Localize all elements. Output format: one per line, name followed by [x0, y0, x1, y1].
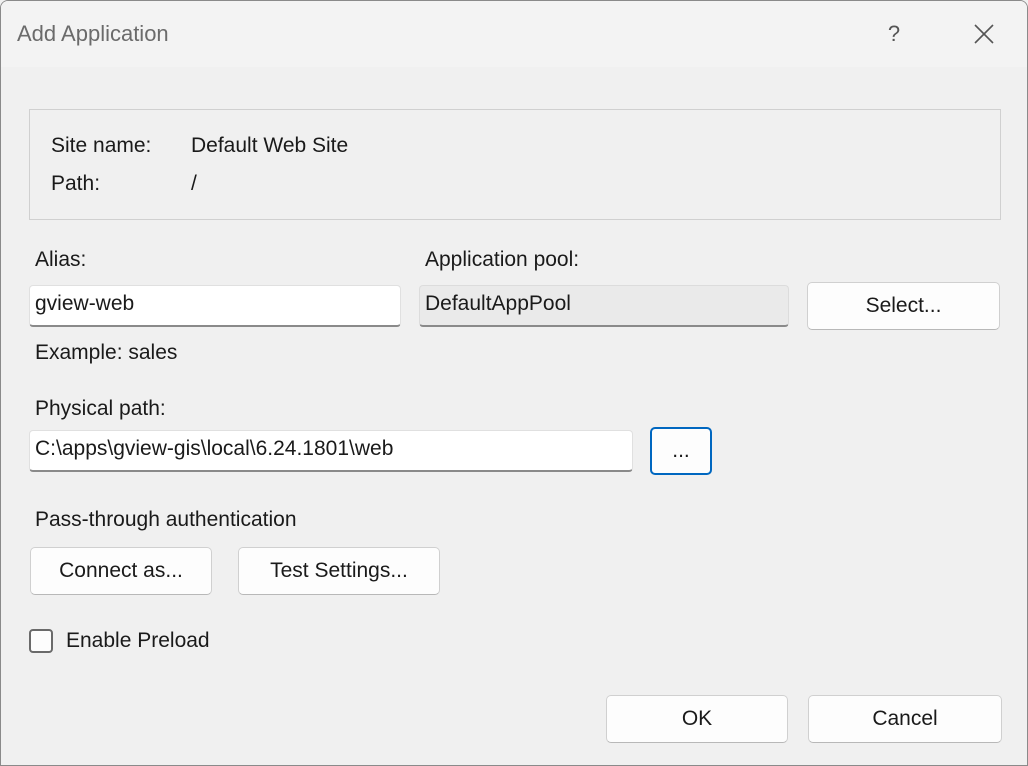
application-pool-label: Application pool: [425, 248, 580, 271]
site-name-label: Site name: [51, 134, 152, 157]
site-info-panel: Site name: Default Web Site Path: / [29, 109, 1001, 220]
test-settings-button[interactable]: Test Settings... [238, 547, 440, 595]
physical-path-label: Physical path: [35, 397, 166, 420]
dialog-title: Add Application [17, 21, 169, 46]
alias-label: Alias: [35, 248, 87, 271]
enable-preload-label[interactable]: Enable Preload [66, 629, 210, 653]
alias-example-text: Example: sales [35, 341, 178, 364]
enable-preload-checkbox[interactable] [29, 629, 53, 653]
path-value: / [191, 172, 197, 195]
pass-through-auth-label: Pass-through authentication [35, 508, 297, 531]
select-app-pool-button[interactable]: Select... [807, 282, 1000, 330]
connect-as-button[interactable]: Connect as... [30, 547, 212, 595]
title-bar: Add Application ? [1, 1, 1027, 67]
add-application-dialog: Add Application ? Site name: Default Web… [0, 0, 1028, 766]
path-label: Path: [51, 172, 101, 195]
browse-path-button[interactable]: ... [650, 427, 712, 475]
cancel-button[interactable]: Cancel [808, 695, 1002, 743]
physical-path-input[interactable]: C:\apps\gview-gis\local\6.24.1801\web [29, 430, 633, 472]
site-name-value: Default Web Site [191, 134, 349, 157]
close-x-glyph [974, 24, 994, 44]
application-pool-field: DefaultAppPool [419, 285, 789, 327]
alias-input[interactable]: gview-web [29, 285, 401, 327]
help-icon[interactable]: ? [871, 11, 917, 57]
ok-button[interactable]: OK [606, 695, 788, 743]
close-icon[interactable] [961, 11, 1007, 57]
